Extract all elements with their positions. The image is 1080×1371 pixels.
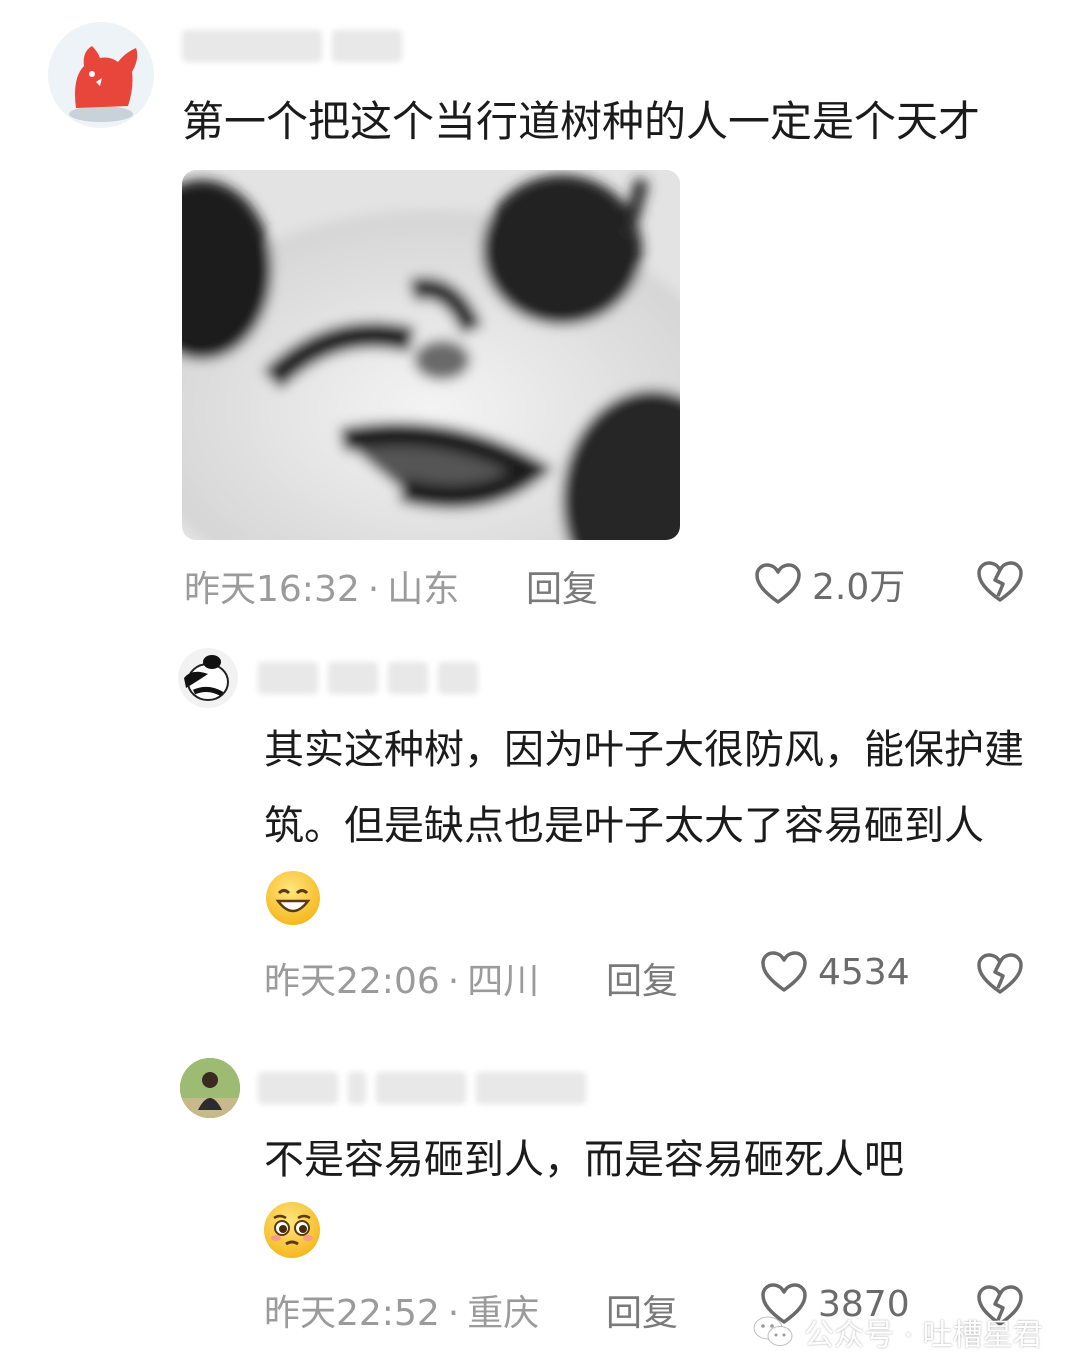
broken-heart-icon[interactable] — [976, 952, 1024, 996]
avatar[interactable] — [180, 1058, 240, 1118]
comment-time: 昨天16:32 — [184, 569, 360, 610]
reply-button[interactable]: 回复 — [606, 952, 678, 1004]
comment-location: 重庆 — [467, 1293, 540, 1334]
comment-location: 山东 — [387, 569, 460, 610]
meta-separator: · — [447, 961, 460, 1002]
grin-emoji-icon — [264, 869, 320, 925]
comment-text: 第一个把这个当行道树种的人一定是个天才 — [182, 97, 981, 146]
meta-separator: · — [367, 569, 380, 610]
reply-button[interactable]: 回复 — [606, 1284, 678, 1336]
username-blurred[interactable] — [258, 662, 478, 694]
reply-button[interactable]: 回复 — [526, 560, 598, 612]
comment-time: 昨天22:52 — [264, 1293, 440, 1334]
ink-panda-avatar-icon — [184, 655, 229, 701]
pleading-emoji-icon — [262, 1200, 322, 1264]
watermark-label: 公众号 · 吐槽星君 — [804, 1318, 1043, 1353]
like-button[interactable]: 4534 — [760, 950, 910, 994]
broken-heart-icon[interactable] — [976, 560, 1024, 604]
comment-time: 昨天22:06 — [264, 961, 440, 1002]
comment-location: 四川 — [467, 961, 540, 1002]
like-count: 2.0万 — [812, 567, 906, 608]
avatar[interactable] — [178, 648, 238, 708]
meta-separator: · — [447, 1293, 460, 1334]
heart-outline-icon — [754, 562, 802, 606]
person-photo-avatar-icon — [180, 1058, 240, 1118]
comment-text-body: 其实这种树，因为叶子大很防风，能保护建筑。但是缺点也是叶子太大了容易砸到人 — [264, 727, 1024, 849]
username-blurred[interactable] — [182, 30, 402, 62]
comment-meta: 昨天22:06 · 四川 — [264, 952, 539, 1004]
panda-meme-sticker[interactable] — [182, 170, 680, 540]
like-button[interactable]: 2.0万 — [754, 558, 905, 610]
avatar[interactable] — [48, 22, 154, 128]
wechat-watermark: 公众号 · 吐槽星君 — [752, 1310, 1043, 1354]
comment-text: 其实这种树，因为叶子大很防风，能保护建筑。但是缺点也是叶子太大了容易砸到人 — [264, 712, 1034, 940]
like-count: 4534 — [818, 951, 910, 993]
panda-face-image — [182, 170, 680, 540]
heart-outline-icon — [760, 950, 808, 994]
comment-text: 不是容易砸到人，而是容易砸死人吧 — [264, 1122, 1024, 1198]
comment-meta: 昨天16:32 · 山东 — [184, 560, 459, 612]
comment-text-body: 不是容易砸到人，而是容易砸死人吧 — [264, 1137, 904, 1183]
username-blurred[interactable] — [258, 1072, 586, 1104]
red-bear-avatar-icon — [69, 46, 138, 122]
comment-meta: 昨天22:52 · 重庆 — [264, 1284, 539, 1336]
wechat-icon — [752, 1314, 794, 1350]
